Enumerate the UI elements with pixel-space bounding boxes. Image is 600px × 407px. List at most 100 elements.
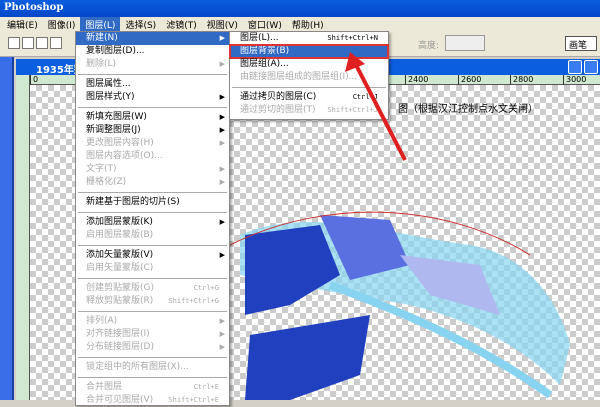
menu-item[interactable]: 新建(N) ▶ <box>76 32 229 45</box>
menu-item-label: 图层内容选项(O)... <box>86 151 163 161</box>
add-selection-icon[interactable] <box>22 37 34 49</box>
menu-separator <box>232 87 386 88</box>
submenu-arrow-icon: ▶ <box>219 139 225 147</box>
menu-item-label: 添加图层蒙版(K) <box>86 217 153 227</box>
menu-item-label: 图层背景(B) <box>240 46 290 56</box>
menu-item-label: 通过拷贝的图层(C) <box>240 92 317 102</box>
menu-item[interactable]: 图层样式(Y) ▶ <box>76 91 229 104</box>
menu-item[interactable]: 复制图层(D)... <box>76 45 229 58</box>
menu-item[interactable]: 释放剪贴蒙版(R) Shift+Ctrl+G <box>76 295 229 308</box>
menu-item-label: 对齐链接图层(I) <box>86 329 150 339</box>
menu-bar: 编辑(E) 图像(I) 图层(L) 选择(S) 滤镜(T) 视图(V) 窗口(W) 帮助(H) <box>0 17 600 31</box>
new-submenu: 图层(L)... Shift+Ctrl+N 图层背景(B) 图层组(A)... 由链接图… <box>229 31 389 120</box>
menu-item[interactable]: 启用矢量蒙版(C) <box>76 262 229 275</box>
menu-item[interactable]: 通过剪切的图层(T) Shift+Ctrl+J <box>230 104 388 117</box>
menu-separator <box>78 74 227 75</box>
layer-menu: 新建(N) ▶ 复制图层(D)... 删除(L) ▶ 图层属性... 图层样式(Y) ▶ 新填充… <box>75 31 230 406</box>
menu-item-label: 更改图层内容(H) <box>86 138 154 148</box>
menu-item-label: 启用矢量蒙版(C) <box>86 263 154 273</box>
menu-separator <box>78 311 227 312</box>
ruler-tick: 2600 <box>458 75 481 85</box>
menu-7[interactable]: 帮助(H) <box>287 17 329 31</box>
shortcut-label: Shift+Ctrl+N <box>327 34 378 42</box>
menu-item-label: 文字(T) <box>86 164 117 174</box>
shortcut-label: Shift+Ctrl+E <box>168 396 219 404</box>
menu-item[interactable]: 更改图层内容(H) ▶ <box>76 137 229 150</box>
submenu-arrow-icon: ▶ <box>219 93 225 101</box>
menu-6[interactable]: 窗口(W) <box>243 17 287 31</box>
ruler-tick: 2400 <box>405 75 428 85</box>
menu-3[interactable]: 选择(S) <box>120 17 161 31</box>
menu-separator <box>78 357 227 358</box>
shortcut-label: Ctrl+G <box>193 284 219 292</box>
minimize-button[interactable] <box>568 60 582 74</box>
menu-item[interactable]: 栅格化(Z) ▶ <box>76 176 229 189</box>
menu-item[interactable]: 锁定组中的所有图层(X)... <box>76 361 229 374</box>
menu-item[interactable]: 新填充图层(W) ▶ <box>76 111 229 124</box>
menu-item[interactable]: 图层背景(B) <box>229 44 389 59</box>
submenu-arrow-icon: ▶ <box>219 317 225 325</box>
vertical-ruler <box>16 75 30 400</box>
menu-item[interactable]: 删除(L) ▶ <box>76 58 229 71</box>
menu-item-label: 排列(A) <box>86 316 118 326</box>
menu-item[interactable]: 新建基于图层的切片(S) <box>76 196 229 209</box>
menu-item-label: 复制图层(D)... <box>86 46 145 56</box>
intersect-selection-icon[interactable] <box>50 37 62 49</box>
menu-item[interactable]: 通过拷贝的图层(C) Ctrl+J <box>230 91 388 104</box>
menu-0[interactable]: 编辑(E) <box>2 17 43 31</box>
menu-item[interactable]: 添加图层蒙版(K) ▶ <box>76 216 229 229</box>
menu-item-label: 图层样式(Y) <box>86 92 135 102</box>
menu-item-label: 栅格化(Z) <box>86 177 127 187</box>
menu-item-label: 新填充图层(W) <box>86 112 147 122</box>
menu-item-label: 锁定组中的所有图层(X)... <box>86 362 189 372</box>
menu-item[interactable]: 文字(T) ▶ <box>76 163 229 176</box>
menu-item[interactable]: 对齐链接图层(I) ▶ <box>76 328 229 341</box>
height-label: 高度: <box>418 41 440 51</box>
menu-item-label: 由链接图层组成的图层组(I)... <box>240 72 358 82</box>
menu-separator <box>78 107 227 108</box>
app-title: Photoshop <box>4 2 64 13</box>
height-input[interactable] <box>445 35 485 51</box>
ruler-tick: 2800 <box>510 75 533 85</box>
menu-2[interactable]: 图层(L) <box>80 17 121 31</box>
menu-item-label: 图层(L)... <box>240 33 279 43</box>
menu-item[interactable]: 排列(A) ▶ <box>76 315 229 328</box>
menu-item-label: 创建剪贴蒙版(G) <box>86 283 154 293</box>
menu-item-label: 通过剪切的图层(T) <box>240 105 316 115</box>
menu-item[interactable]: 合并可见图层(V) Shift+Ctrl+E <box>76 394 229 407</box>
new-selection-icon[interactable] <box>8 37 20 49</box>
menu-item[interactable]: 合并图层 Ctrl+E <box>76 381 229 394</box>
menu-separator <box>78 278 227 279</box>
menu-item[interactable]: 图层组(A)... <box>230 58 388 71</box>
submenu-arrow-icon: ▶ <box>219 126 225 134</box>
menu-item[interactable]: 创建剪贴蒙版(G) Ctrl+G <box>76 282 229 295</box>
submenu-arrow-icon: ▶ <box>219 218 225 226</box>
maximize-button[interactable] <box>584 60 598 74</box>
brush-palette-tab[interactable]: 画笔 <box>565 36 597 51</box>
menu-item[interactable]: 启用图层蒙版(B) <box>76 229 229 242</box>
submenu-arrow-icon: ▶ <box>219 165 225 173</box>
map-title: 图（根据汉江控制点水文关闸） <box>398 104 538 115</box>
menu-item-label: 添加矢量蒙版(V) <box>86 250 154 260</box>
menu-item[interactable]: 分布链接图层(D) ▶ <box>76 341 229 354</box>
menu-1[interactable]: 图像(I) <box>43 17 81 31</box>
menu-5[interactable]: 视图(V) <box>202 17 243 31</box>
menu-item[interactable]: 添加矢量蒙版(V) ▶ <box>76 249 229 262</box>
menu-4[interactable]: 滤镜(T) <box>161 17 202 31</box>
menu-item-label: 启用图层蒙版(B) <box>86 230 154 240</box>
submenu-arrow-icon: ▶ <box>219 113 225 121</box>
shortcut-label: Ctrl+J <box>352 93 378 101</box>
menu-item[interactable]: 由链接图层组成的图层组(I)... <box>230 71 388 84</box>
submenu-arrow-icon: ▶ <box>219 251 225 259</box>
menu-item-label: 图层属性... <box>86 79 131 89</box>
menu-item-label: 新调整图层(J) <box>86 125 141 135</box>
menu-item[interactable]: 图层内容选项(O)... <box>76 150 229 163</box>
submenu-arrow-icon: ▶ <box>219 178 225 186</box>
subtract-selection-icon[interactable] <box>36 37 48 49</box>
menu-item[interactable]: 新调整图层(J) ▶ <box>76 124 229 137</box>
shortcut-label: Shift+Ctrl+G <box>168 297 219 305</box>
app-title-bar: Photoshop <box>0 0 600 17</box>
menu-separator <box>78 212 227 213</box>
menu-item[interactable]: 图层(L)... Shift+Ctrl+N <box>230 32 388 45</box>
menu-item[interactable]: 图层属性... <box>76 78 229 91</box>
